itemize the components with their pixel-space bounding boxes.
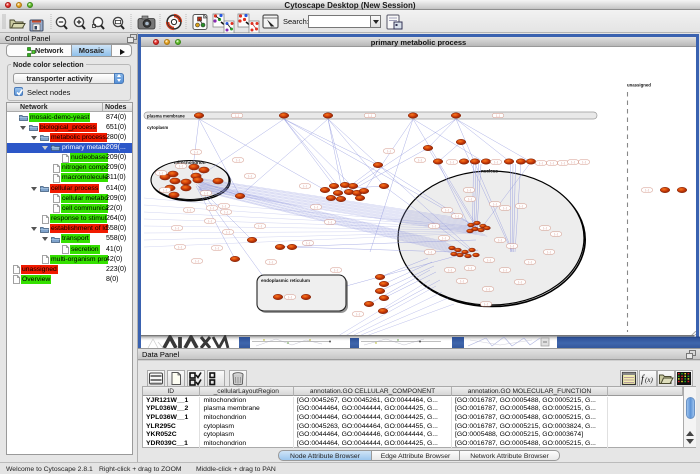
svg-text:[...]: [...] [496, 114, 500, 118]
svg-text:[...]: [...] [187, 208, 191, 212]
svg-text:[...]: [...] [498, 238, 502, 242]
svg-text:endoplasmic reticulum: endoplasmic reticulum [261, 278, 310, 283]
svg-text:[...]: [...] [539, 161, 543, 165]
svg-text:[...]: [...] [487, 258, 491, 262]
svg-text:[...]: [...] [582, 160, 586, 164]
svg-text:[...]: [...] [455, 214, 459, 218]
svg-text:[...]: [...] [450, 160, 454, 164]
svg-text:[...]: [...] [503, 268, 507, 272]
svg-text:unassigned: unassigned [627, 83, 651, 88]
svg-text:[...]: [...] [468, 266, 472, 270]
svg-text:[...]: [...] [547, 250, 551, 254]
svg-text:[...]: [...] [486, 287, 490, 291]
svg-text:[...]: [...] [528, 260, 532, 264]
svg-text:[...]: [...] [328, 220, 332, 224]
svg-text:[...]: [...] [334, 268, 338, 272]
svg-text:[...]: [...] [210, 206, 214, 210]
svg-text:[...]: [...] [484, 302, 488, 306]
svg-text:[...]: [...] [179, 164, 183, 168]
svg-text:[...]: [...] [519, 204, 523, 208]
svg-text:[...]: [...] [178, 245, 182, 249]
svg-text:[...]: [...] [236, 158, 240, 162]
svg-text:[...]: [...] [269, 260, 273, 264]
svg-text:[...]: [...] [418, 158, 422, 162]
svg-text:[...]: [...] [303, 184, 307, 188]
svg-text:[...]: [...] [175, 226, 179, 230]
svg-text:[...]: [...] [235, 114, 239, 118]
svg-text:[...]: [...] [510, 244, 514, 248]
svg-text:[...]: [...] [550, 161, 554, 165]
svg-text:[...]: [...] [306, 241, 310, 245]
svg-text:[...]: [...] [314, 205, 318, 209]
svg-text:plasma membrane: plasma membrane [147, 114, 185, 119]
svg-text:[...]: [...] [467, 188, 471, 192]
svg-text:[...]: [...] [226, 230, 230, 234]
svg-text:[...]: [...] [222, 204, 226, 208]
svg-text:[...]: [...] [445, 208, 449, 212]
svg-text:[...]: [...] [224, 210, 228, 214]
svg-text:cytoplasm: cytoplasm [147, 125, 168, 130]
svg-text:[...]: [...] [368, 114, 372, 118]
svg-text:[...]: [...] [468, 197, 472, 201]
svg-text:(x): (x) [645, 376, 653, 384]
svg-text:[...]: [...] [194, 150, 198, 154]
svg-text:[...]: [...] [460, 279, 464, 283]
svg-text:[...]: [...] [448, 268, 452, 272]
svg-text:nucleus: nucleus [481, 169, 499, 174]
svg-text:[...]: [...] [493, 202, 497, 206]
svg-text:[...]: [...] [442, 236, 446, 240]
svg-text:[...]: [...] [543, 226, 547, 230]
svg-text:[...]: [...] [571, 160, 575, 164]
svg-text:[...]: [...] [432, 224, 436, 228]
svg-text:[...]: [...] [494, 160, 498, 164]
svg-text:[...]: [...] [195, 259, 199, 263]
svg-text:[...]: [...] [428, 250, 432, 254]
svg-text:[...]: [...] [518, 280, 522, 284]
svg-text:[...]: [...] [204, 191, 208, 195]
svg-text:[...]: [...] [248, 174, 252, 178]
svg-text:[...]: [...] [387, 149, 391, 153]
svg-text:[...]: [...] [503, 206, 507, 210]
svg-text:[...]: [...] [258, 224, 262, 228]
svg-text:[...]: [...] [208, 219, 212, 223]
svg-text:[...]: [...] [163, 188, 167, 192]
svg-text:[...]: [...] [215, 246, 219, 250]
svg-text:[...]: [...] [356, 312, 360, 316]
svg-text:[...]: [...] [554, 232, 558, 236]
svg-text:[...]: [...] [288, 295, 292, 299]
svg-text:[...]: [...] [159, 171, 163, 175]
svg-text:[...]: [...] [561, 161, 565, 165]
svg-text:[...]: [...] [645, 188, 649, 192]
